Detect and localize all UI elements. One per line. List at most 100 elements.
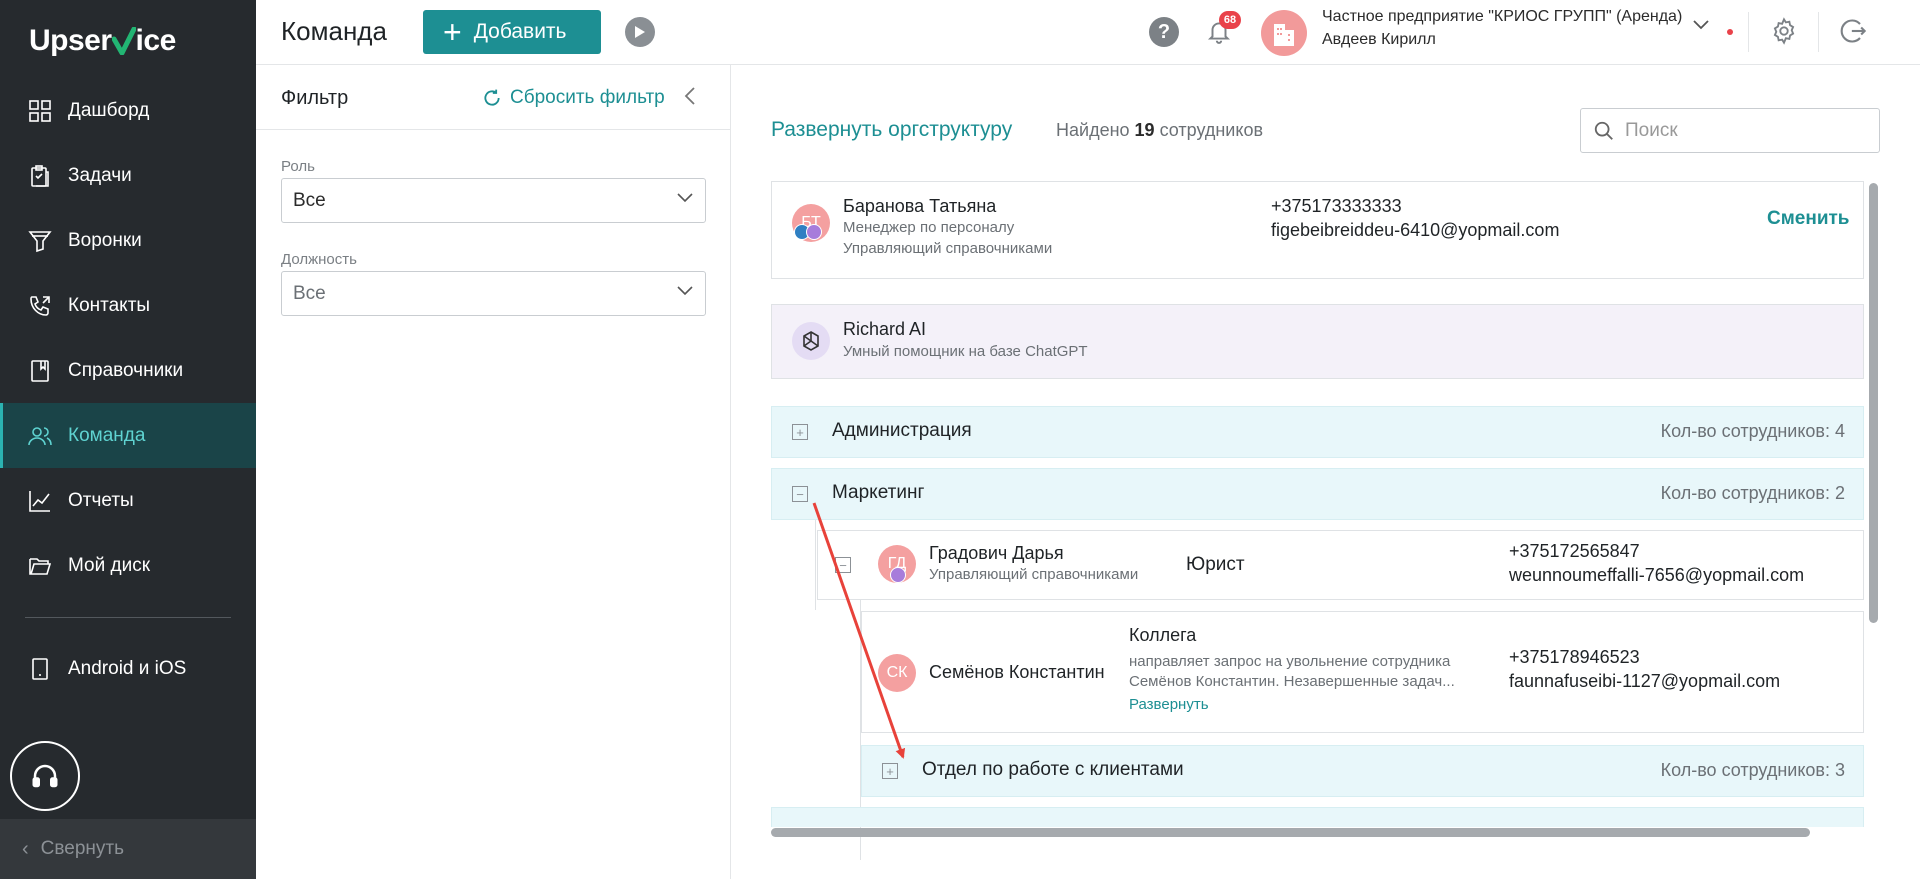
horizontal-scrollbar[interactable] — [771, 828, 1810, 837]
collapse-minus-icon[interactable]: − — [835, 557, 851, 573]
member-name[interactable]: Семёнов Константин — [929, 662, 1105, 683]
app-logo[interactable]: Upser ice — [29, 24, 176, 58]
org-switcher-chevron-icon[interactable] — [1693, 20, 1709, 30]
sidebar-divider — [25, 617, 231, 618]
role-select-value: Все — [293, 189, 326, 211]
collapse-minus-icon[interactable]: − — [792, 486, 808, 502]
filter-header: Фильтр Сбросить фильтр — [256, 65, 730, 130]
status-dot — [1727, 29, 1733, 35]
org-name[interactable]: Частное предприятие "КРИОС ГРУПП" (Аренд… — [1322, 8, 1682, 26]
video-tutorial-button[interactable] — [625, 17, 655, 47]
support-button[interactable] — [10, 741, 80, 811]
sidebar-item-dashboard[interactable]: Дашборд — [0, 78, 256, 143]
department-row-partial[interactable] — [771, 807, 1864, 827]
sidebar-item-contacts[interactable]: Контакты — [0, 273, 256, 338]
owner-card[interactable]: БТ Баранова Татьяна Менеджер по персонал… — [771, 181, 1864, 279]
dashboard-icon — [28, 99, 52, 123]
change-owner-link[interactable]: Сменить — [1767, 208, 1850, 230]
tasks-icon — [28, 164, 52, 188]
chevron-down-icon — [677, 193, 693, 203]
position-label: Должность — [281, 251, 357, 268]
member-position: Коллега — [1129, 625, 1197, 645]
topbar-divider — [1748, 12, 1749, 52]
department-name: Администрация — [832, 420, 972, 441]
owner-subrole: Управляющий справочниками — [843, 240, 1053, 257]
topbar-divider — [1818, 12, 1819, 52]
head-email: weunnoumeffalli-7656@yopmail.com — [1509, 565, 1805, 585]
department-count: Кол-во сотрудников: 2 — [1660, 483, 1845, 503]
owner-name[interactable]: Баранова Татьяна — [843, 196, 996, 217]
plus-icon: + — [443, 14, 462, 50]
tablet-icon — [28, 657, 52, 681]
reset-filter-button[interactable]: Сбросить фильтр — [482, 87, 665, 109]
expand-description-link[interactable]: Развернуть — [1129, 696, 1209, 713]
chart-icon — [28, 489, 52, 513]
sidebar-item-label: Отчеты — [68, 489, 134, 511]
department-name: Отдел по работе с клиентами — [922, 759, 1184, 780]
sidebar-item-mobile-apps[interactable]: Android и iOS — [0, 636, 256, 701]
refresh-icon — [482, 88, 510, 108]
head-subrole: Управляющий справочниками — [929, 566, 1139, 583]
employee-card[interactable]: СК Семёнов Константин Коллега направляет… — [861, 611, 1864, 733]
chevron-left-icon: ‹ — [22, 837, 29, 860]
sidebar-item-tasks[interactable]: Задачи — [0, 143, 256, 208]
play-icon — [634, 25, 646, 39]
help-button[interactable]: ? — [1149, 17, 1179, 47]
org-avatar[interactable] — [1261, 10, 1307, 56]
ai-assistant-card[interactable]: Richard AI Умный помощник на базе ChatGP… — [771, 304, 1864, 379]
owner-role: Менеджер по персоналу — [843, 219, 1015, 236]
search-input[interactable]: Поиск — [1580, 108, 1880, 153]
expand-plus-icon[interactable]: + — [792, 424, 808, 440]
sidebar: Upser ice Дашборд Задачи Воронки Контакт… — [0, 0, 256, 879]
department-row[interactable]: + Отдел по работе с клиентами Кол-во сот… — [861, 745, 1864, 797]
department-head-card[interactable]: − ГД Градович Дарья Управляющий справочн… — [817, 530, 1864, 600]
logo-text-left: Upser — [29, 24, 112, 57]
sidebar-item-label: Справочники — [68, 359, 184, 381]
chevron-down-icon — [677, 286, 693, 296]
page-title: Команда — [281, 16, 387, 46]
owner-email: figebeibreiddeu-6410@yopmail.com — [1271, 220, 1560, 240]
member-email: faunnafuseibi-1127@yopmail.com — [1509, 671, 1781, 691]
sidebar-item-reports[interactable]: Отчеты — [0, 468, 256, 533]
found-suffix: сотрудников — [1159, 120, 1264, 140]
logout-button[interactable] — [1839, 17, 1867, 45]
sidebar-item-team[interactable]: Команда — [0, 403, 256, 468]
directory-manager-badge-icon — [890, 567, 906, 583]
vertical-scrollbar[interactable] — [1869, 183, 1878, 623]
expand-plus-icon[interactable]: + — [882, 763, 898, 779]
sidebar-item-my-drive[interactable]: Мой диск — [0, 533, 256, 598]
sidebar-item-label: Контакты — [68, 294, 151, 316]
user-name[interactable]: Авдеев Кирилл — [1322, 31, 1436, 49]
headset-icon — [30, 761, 60, 791]
head-name[interactable]: Градович Дарья — [929, 543, 1064, 564]
role-label: Роль — [281, 158, 315, 175]
gear-icon — [1770, 17, 1798, 45]
position-select[interactable]: Все — [281, 271, 706, 316]
member-phone: +375178946523 — [1509, 647, 1640, 667]
member-desc-line2: Семёнов Константин. Незавершенные задач.… — [1129, 673, 1455, 690]
logout-icon — [1839, 17, 1867, 45]
found-number: 19 — [1134, 120, 1155, 140]
chatgpt-icon — [792, 322, 830, 360]
settings-button[interactable] — [1770, 17, 1798, 45]
department-row[interactable]: + Администрация Кол-во сотрудников: 4 — [771, 406, 1864, 458]
contacts-icon — [28, 294, 52, 318]
filter-collapse-button[interactable] — [684, 87, 696, 105]
logo-check-icon — [111, 27, 136, 55]
team-icon — [28, 424, 52, 448]
sidebar-item-funnels[interactable]: Воронки — [0, 208, 256, 273]
topbar: Команда + Добавить ? 68 Частное предприя… — [256, 0, 1920, 65]
department-row[interactable]: − Маркетинг Кол-во сотрудников: 2 — [771, 468, 1864, 520]
reset-filter-label: Сбросить фильтр — [510, 87, 665, 108]
expand-org-structure-link[interactable]: Развернуть оргструктуру — [771, 118, 1012, 142]
role-select[interactable]: Все — [281, 178, 706, 223]
directory-manager-badge-icon — [806, 224, 822, 240]
add-button[interactable]: + Добавить — [423, 10, 601, 54]
question-icon: ? — [1157, 20, 1171, 43]
collapse-label: Свернуть — [40, 838, 125, 859]
sidebar-item-label: Android и iOS — [68, 657, 187, 679]
sidebar-item-directories[interactable]: Справочники — [0, 338, 256, 403]
filter-title: Фильтр — [281, 87, 349, 109]
sidebar-collapse-button[interactable]: ‹ Свернуть — [0, 819, 256, 879]
sidebar-item-label: Мой диск — [68, 554, 151, 576]
